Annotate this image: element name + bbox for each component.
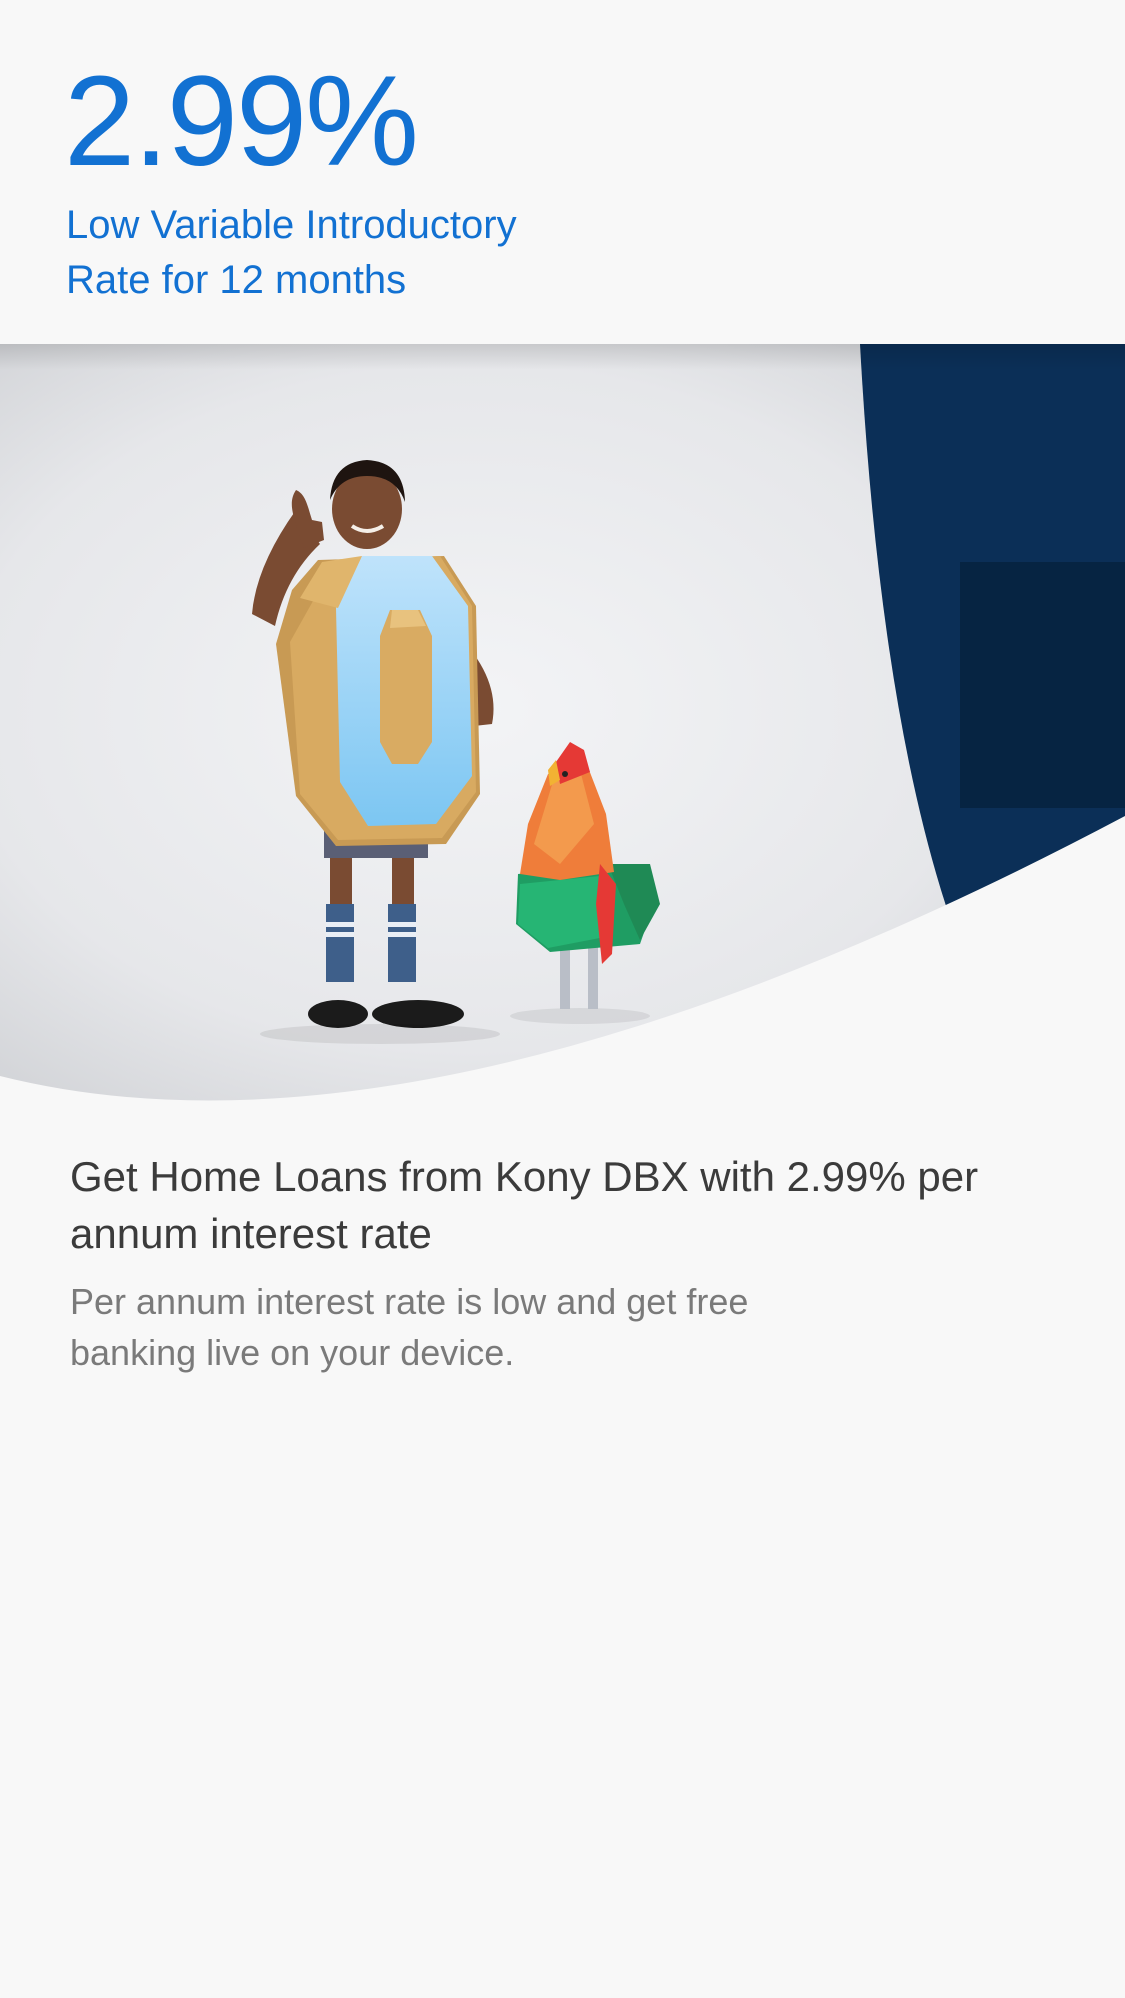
promo-rate: 2.99% xyxy=(64,50,419,193)
dark-panel-block xyxy=(960,562,1125,808)
offer-title: Get Home Loans from Kony DBX with 2.99% … xyxy=(70,1153,979,1257)
offer-copy: Get Home Loans from Kony DBX with 2.99% … xyxy=(70,1148,1030,1378)
offer-description: Per annum interest rate is low and get f… xyxy=(70,1281,749,1373)
promo-header: 2.99% Low Variable Introductory Rate for… xyxy=(0,0,1125,344)
hero-image xyxy=(0,344,1125,1104)
promo-rate-description: Low Variable Introductory Rate for 12 mo… xyxy=(66,203,517,302)
hero-illustration xyxy=(0,344,1125,1104)
